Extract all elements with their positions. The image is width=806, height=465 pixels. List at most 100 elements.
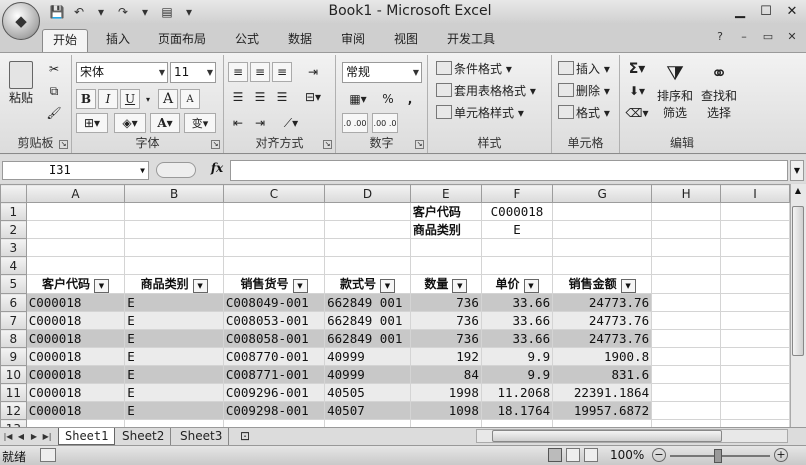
sheet-tab-sheet1[interactable]: Sheet1 — [58, 428, 116, 445]
table-header-cell[interactable]: 数量 ▼ — [409, 274, 482, 294]
cell[interactable] — [651, 220, 722, 239]
cell[interactable]: C008049-001 — [222, 293, 326, 312]
cell[interactable]: 84 — [409, 365, 482, 384]
tab-view[interactable]: 视图 — [384, 29, 428, 52]
align-middle-icon[interactable]: ≡ — [250, 62, 270, 82]
clipboard-launcher-icon[interactable]: ↘ — [59, 140, 68, 149]
alignment-launcher-icon[interactable]: ↘ — [323, 140, 332, 149]
select-all-corner[interactable] — [0, 184, 27, 203]
column-header[interactable]: I — [720, 184, 790, 203]
cell[interactable]: 33.66 — [480, 311, 554, 330]
insert-cells-button[interactable]: 插入 ▾ — [558, 59, 610, 79]
paste-button[interactable]: 粘贴 — [4, 61, 38, 106]
cell[interactable]: E — [124, 401, 224, 420]
cell[interactable]: 19957.6872 — [552, 401, 653, 420]
align-left-icon[interactable]: ☰ — [228, 87, 248, 107]
worksheet-grid[interactable]: A B C D E F G H I 1 客户代码 C000018 2 商品类别 … — [0, 184, 790, 427]
redo-dropdown-icon[interactable]: ▾ — [136, 3, 154, 21]
tab-insert[interactable]: 插入 — [96, 29, 140, 52]
font-color-icon[interactable]: A ▾ — [150, 113, 180, 133]
column-header[interactable]: A — [25, 184, 126, 203]
sheet-tab-sheet3[interactable]: Sheet3 — [174, 428, 230, 445]
cell[interactable]: C000018 — [25, 365, 126, 384]
tab-data[interactable]: 数据 — [278, 29, 322, 52]
wrap-text-icon[interactable]: ⇥ — [298, 62, 328, 82]
filter-dropdown-icon[interactable]: ▼ — [523, 279, 539, 293]
ribbon-restore-icon[interactable]: ▭ — [760, 28, 776, 44]
conditional-format-button[interactable]: 条件格式 ▾ — [436, 59, 512, 79]
format-cells-button[interactable]: 格式 ▾ — [558, 103, 610, 123]
filter-dropdown-icon[interactable]: ▼ — [379, 279, 395, 293]
grow-font-button[interactable]: A — [158, 89, 178, 109]
criteria-label[interactable]: 商品类别 — [409, 220, 482, 239]
format-painter-icon[interactable]: 🖌 — [44, 103, 64, 123]
cell[interactable]: C008771-001 — [222, 365, 326, 384]
fill-down-icon[interactable]: ⬇▾ — [624, 81, 650, 101]
cell[interactable]: C009296-001 — [222, 383, 326, 402]
table-header-cell[interactable]: 销售金额 ▼ — [552, 274, 653, 294]
last-sheet-icon[interactable]: ▶| — [41, 430, 53, 443]
zoom-slider-thumb[interactable] — [714, 449, 722, 463]
column-header[interactable]: C — [222, 184, 326, 203]
filter-dropdown-icon[interactable]: ▼ — [620, 279, 636, 293]
cell[interactable]: 18.1764 — [480, 401, 554, 420]
sheet-tab-sheet2[interactable]: Sheet2 — [116, 428, 172, 445]
cell[interactable]: C008770-001 — [222, 347, 326, 366]
maximize-button[interactable]: ☐ — [756, 2, 776, 20]
cell[interactable] — [552, 202, 653, 221]
zoom-level[interactable]: 100% — [610, 448, 644, 462]
first-sheet-icon[interactable]: |◀ — [2, 430, 14, 443]
cell[interactable]: C009298-001 — [222, 401, 326, 420]
normal-view-icon[interactable] — [548, 448, 562, 462]
formula-input[interactable] — [230, 160, 788, 181]
orientation-icon[interactable]: ⟋▾ — [276, 113, 306, 133]
row-header[interactable]: 7 — [0, 311, 27, 330]
cell[interactable]: 736 — [409, 311, 482, 330]
cell[interactable]: 662849 001 — [324, 293, 411, 312]
zoom-in-icon[interactable]: + — [774, 448, 788, 462]
cell[interactable]: C008053-001 — [222, 311, 326, 330]
percent-button[interactable]: % — [378, 89, 398, 109]
ribbon-minimize-icon[interactable]: – — [736, 28, 752, 44]
cell[interactable]: E — [124, 293, 224, 312]
close-button[interactable]: ✕ — [782, 2, 802, 20]
criteria-value[interactable]: E — [480, 220, 554, 239]
cell[interactable] — [25, 202, 126, 221]
ribbon-close-icon[interactable]: ✕ — [784, 28, 800, 44]
cell[interactable] — [124, 220, 224, 239]
page-layout-view-icon[interactable] — [566, 448, 580, 462]
cell[interactable]: 33.66 — [480, 329, 554, 348]
italic-button[interactable]: I — [98, 89, 118, 109]
filter-dropdown-icon[interactable]: ▼ — [452, 279, 468, 293]
cell[interactable] — [720, 202, 790, 221]
cell[interactable]: 40999 — [324, 347, 411, 366]
column-header[interactable]: G — [552, 184, 653, 203]
cell[interactable] — [324, 202, 411, 221]
phonetic-icon[interactable]: 变 ▾ — [184, 113, 216, 133]
table-header-cell[interactable]: 销售货号 ▼ — [222, 274, 326, 294]
cell[interactable]: 831.6 — [552, 365, 653, 384]
number-format-combo[interactable]: 常规 ▼ — [342, 62, 422, 83]
comma-button[interactable]: , — [400, 89, 420, 109]
font-name-combo[interactable]: 宋体 ▼ — [76, 62, 168, 83]
bold-button[interactable]: B — [76, 89, 96, 109]
cell[interactable]: 40999 — [324, 365, 411, 384]
fill-color-icon[interactable]: ◈ ▾ — [114, 113, 146, 133]
cell[interactable]: E — [124, 365, 224, 384]
insert-function-button[interactable]: fx — [205, 161, 229, 180]
underline-dropdown-icon[interactable]: ▾ — [138, 89, 158, 109]
column-header[interactable]: B — [124, 184, 224, 203]
cell[interactable]: 736 — [409, 329, 482, 348]
office-button[interactable]: ◆ — [2, 2, 40, 40]
scroll-up-icon[interactable]: ▲ — [792, 186, 804, 200]
row-header[interactable]: 1 — [0, 202, 27, 221]
copy-icon[interactable]: ⧉ — [44, 81, 64, 101]
align-top-icon[interactable]: ≡ — [228, 62, 248, 82]
cell[interactable]: C008058-001 — [222, 329, 326, 348]
zoom-out-icon[interactable]: − — [652, 448, 666, 462]
criteria-value[interactable]: C000018 — [480, 202, 554, 221]
cell[interactable]: 1998 — [409, 383, 482, 402]
filter-dropdown-icon[interactable]: ▼ — [292, 279, 308, 293]
cell[interactable] — [651, 202, 722, 221]
borders-icon[interactable]: ⊞▾ — [76, 113, 108, 133]
